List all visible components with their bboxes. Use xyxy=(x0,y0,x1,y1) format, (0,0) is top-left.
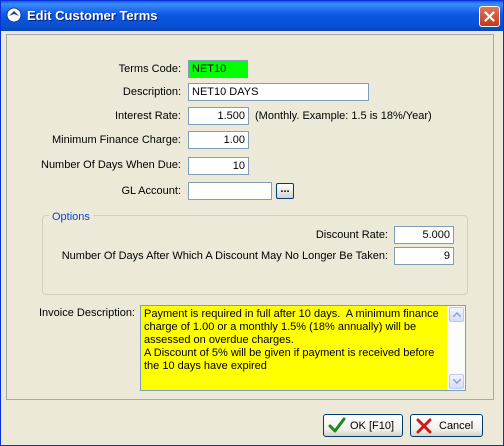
scroll-up-icon xyxy=(453,312,461,317)
close-icon xyxy=(484,11,495,22)
terms-code-label: Terms Code: xyxy=(118,63,181,75)
scroll-down-button[interactable] xyxy=(449,374,464,389)
interest-rate-label: Interest Rate: xyxy=(114,110,181,122)
interest-rate-note: (Monthly. Example: 1.5 is 18%/Year) xyxy=(255,110,432,122)
discount-rate-field[interactable]: 5.000 xyxy=(394,226,454,244)
description-label: Description: xyxy=(122,86,181,98)
cancel-button[interactable]: Cancel xyxy=(410,414,483,437)
interest-rate-field[interactable]: 1.500 xyxy=(188,107,249,125)
discount-days-field[interactable]: 9 xyxy=(394,247,454,265)
options-legend: Options xyxy=(49,210,93,224)
ok-button[interactable]: OK [F10] xyxy=(323,414,403,437)
discount-rate-label: Discount Rate: xyxy=(315,229,388,241)
gl-account-label: GL Account: xyxy=(121,185,181,197)
invoice-description-label: Invoice Description: xyxy=(39,307,135,319)
invoice-description-scrollbar[interactable] xyxy=(447,306,465,390)
ok-button-label: OK [F10] xyxy=(350,420,395,432)
cancel-button-label: Cancel xyxy=(439,420,474,432)
invoice-description-text: Payment is required in full after 10 day… xyxy=(144,308,439,372)
discount-days-label: Number Of Days After Which A Discount Ma… xyxy=(61,250,388,262)
app-icon xyxy=(6,7,22,23)
minimum-finance-charge-label: Minimum Finance Charge: xyxy=(52,134,181,146)
checkmark-icon xyxy=(328,417,346,433)
gl-account-field[interactable] xyxy=(188,182,272,200)
invoice-description-field[interactable]: Payment is required in full after 10 day… xyxy=(140,305,466,391)
gl-account-browse-button[interactable]: ... xyxy=(276,183,294,199)
minimum-finance-charge-field[interactable]: 1.00 xyxy=(188,131,249,149)
scroll-down-icon xyxy=(453,379,461,384)
title-bar[interactable]: Edit Customer Terms xyxy=(1,1,503,31)
close-button[interactable] xyxy=(479,6,500,27)
terms-code-field[interactable]: NET10 xyxy=(188,60,248,78)
window-title: Edit Customer Terms xyxy=(27,8,158,23)
x-cancel-icon xyxy=(416,418,432,434)
scroll-up-button[interactable] xyxy=(449,307,464,322)
edit-customer-terms-window: Edit Customer Terms Terms Code: NET10 De… xyxy=(0,0,504,446)
days-when-due-label: Number Of Days When Due: xyxy=(41,159,181,171)
description-field[interactable]: NET10 DAYS xyxy=(188,83,369,101)
days-when-due-field[interactable]: 10 xyxy=(188,157,249,175)
